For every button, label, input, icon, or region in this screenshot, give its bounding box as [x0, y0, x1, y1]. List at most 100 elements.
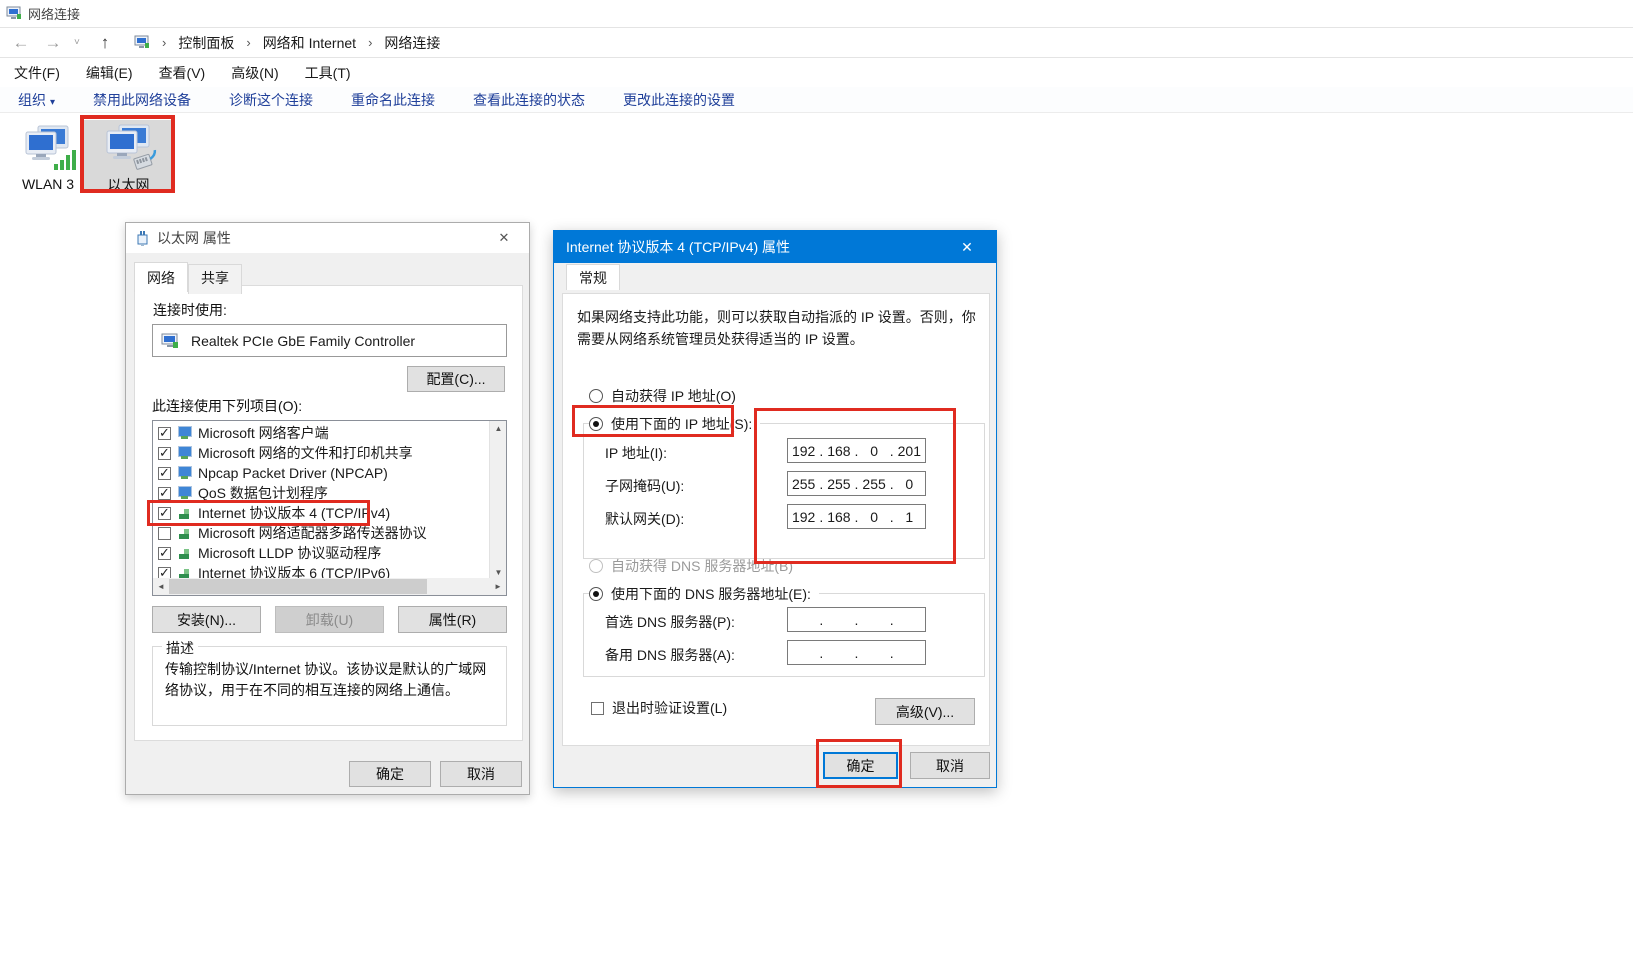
manual-ip-radio[interactable]	[589, 417, 603, 431]
manual-ip-radio-row[interactable]: 使用下面的 IP 地址(S):	[589, 414, 760, 434]
adapter-ethernet[interactable]: 以太网	[83, 120, 174, 192]
advanced-button[interactable]: 高级(V)...	[875, 698, 975, 725]
auto-dns-radio-row: 自动获得 DNS 服务器地址(B)	[589, 556, 793, 576]
toolbar-organize[interactable]: 组织▾	[18, 90, 55, 110]
adapter-icon	[161, 333, 179, 349]
toolbar-disable-device[interactable]: 禁用此网络设备	[93, 90, 191, 110]
description-label: 描述	[162, 638, 198, 658]
validate-settings-row[interactable]: 退出时验证设置(L)	[591, 698, 727, 718]
list-item[interactable]: Npcap Packet Driver (NPCAP)	[153, 463, 489, 483]
auto-dns-label: 自动获得 DNS 服务器地址(B)	[611, 556, 793, 576]
address-bar[interactable]: › 控制面板 › 网络和 Internet › 网络连接	[134, 33, 440, 53]
scroll-left-icon[interactable]: ◄	[153, 582, 169, 591]
breadcrumb-network-internet[interactable]: 网络和 Internet	[263, 33, 356, 53]
protocol-icon	[177, 526, 192, 540]
checkbox[interactable]	[158, 427, 171, 440]
menu-tools[interactable]: 工具(T)	[305, 63, 351, 83]
menu-edit[interactable]: 编辑(E)	[86, 63, 133, 83]
ok-button[interactable]: 确定	[349, 761, 431, 787]
connection-items-list: Microsoft 网络客户端 Microsoft 网络的文件和打印机共享 Np…	[152, 420, 507, 596]
menu-view[interactable]: 查看(V)	[159, 63, 206, 83]
toolbar-view-status[interactable]: 查看此连接的状态	[473, 90, 585, 110]
scroll-up-icon[interactable]: ▲	[490, 421, 507, 436]
breadcrumb-control-panel[interactable]: 控制面板	[178, 33, 234, 53]
ethernet-dialog-title-bar: 以太网 属性 ✕	[126, 223, 529, 253]
horizontal-scrollbar[interactable]: ◄ ►	[153, 578, 506, 595]
network-connections-window: 网络连接 ← → ˅ ↑ › 控制面板 › 网络和 Internet › 网络连…	[0, 0, 1633, 979]
dot-separator: .	[819, 645, 823, 661]
tab-sharing[interactable]: 共享	[188, 264, 242, 294]
ethernet-plug-icon	[136, 230, 149, 246]
list-item[interactable]: Microsoft LLDP 协议驱动程序	[153, 543, 489, 563]
ipv4-dialog-title: Internet 协议版本 4 (TCP/IPv4) 属性	[566, 237, 790, 257]
list-item-label: Microsoft 网络适配器多路传送器协议	[198, 523, 427, 543]
ipv4-dialog-title-bar: Internet 协议版本 4 (TCP/IPv4) 属性 ✕	[554, 231, 996, 263]
manual-dns-radio-row[interactable]: 使用下面的 DNS 服务器地址(E):	[589, 584, 819, 604]
octet: 168	[823, 443, 854, 459]
scrollbar-thumb[interactable]	[169, 579, 427, 594]
ipv4-properties-dialog: Internet 协议版本 4 (TCP/IPv4) 属性 ✕ 常规 如果网络支…	[553, 230, 997, 788]
adapter-wlan3-label: WLAN 3	[3, 176, 93, 192]
description-groupbox: 描述 传输控制协议/Internet 协议。该协议是默认的广域网络协议，用于在不…	[152, 646, 507, 726]
toolbar-diagnose-connection[interactable]: 诊断这个连接	[229, 90, 313, 110]
list-item[interactable]: Microsoft 网络适配器多路传送器协议	[153, 523, 489, 543]
default-gateway-field[interactable]: 192. 168. 0. 1	[787, 504, 926, 529]
subnet-mask-label: 子网掩码(U):	[605, 476, 684, 496]
close-icon[interactable]: ✕	[489, 230, 519, 246]
checkbox[interactable]	[158, 467, 171, 480]
checkbox[interactable]	[158, 507, 171, 520]
list-item-label: Internet 协议版本 4 (TCP/IPv4)	[198, 503, 390, 523]
validate-settings-label: 退出时验证设置(L)	[612, 698, 727, 718]
properties-button[interactable]: 属性(R)	[398, 606, 507, 633]
close-icon[interactable]: ✕	[950, 239, 984, 256]
breadcrumb-network-connections[interactable]: 网络连接	[384, 33, 440, 53]
validate-settings-checkbox[interactable]	[591, 702, 604, 715]
cancel-button[interactable]: 取消	[910, 752, 990, 779]
back-icon[interactable]: ←	[10, 33, 32, 53]
alternate-dns-field[interactable]: . . .	[787, 640, 926, 665]
octet: 201	[894, 443, 925, 459]
list-item[interactable]: QoS 数据包计划程序	[153, 483, 489, 503]
menu-file[interactable]: 文件(F)	[14, 63, 60, 83]
toolbar-change-settings[interactable]: 更改此连接的设置	[623, 90, 735, 110]
tab-network[interactable]: 网络	[134, 262, 188, 292]
checkbox[interactable]	[158, 547, 171, 560]
cancel-button[interactable]: 取消	[440, 761, 522, 787]
scroll-right-icon[interactable]: ►	[490, 582, 506, 591]
install-button[interactable]: 安装(N)...	[152, 606, 261, 633]
adapter-name-box: Realtek PCIe GbE Family Controller	[152, 324, 507, 357]
vertical-scrollbar[interactable]: ▲ ▼	[489, 421, 506, 580]
checkbox[interactable]	[158, 527, 171, 540]
forward-icon[interactable]: →	[42, 33, 64, 53]
octet: 0	[858, 509, 889, 525]
list-item[interactable]: Microsoft 网络的文件和打印机共享	[153, 443, 489, 463]
adapter-wlan3[interactable]: WLAN 3	[3, 124, 93, 192]
auto-ip-label: 自动获得 IP 地址(O)	[611, 386, 736, 406]
checkbox[interactable]	[158, 447, 171, 460]
auto-ip-radio-row[interactable]: 自动获得 IP 地址(O)	[589, 386, 736, 406]
ip-address-field[interactable]: 192. 168. 0. 201	[787, 438, 926, 463]
recent-pages-chevron-icon[interactable]: ˅	[74, 37, 84, 48]
manual-dns-radio[interactable]	[589, 587, 603, 601]
octet: 192	[788, 443, 819, 459]
list-item[interactable]: Microsoft 网络客户端	[153, 423, 489, 443]
menu-advanced[interactable]: 高级(N)	[231, 63, 278, 83]
client-service-icon	[177, 486, 192, 500]
preferred-dns-field[interactable]: . . .	[787, 607, 926, 632]
octet: 255	[823, 476, 854, 492]
network-app-icon	[6, 6, 22, 21]
configure-button[interactable]: 配置(C)...	[407, 366, 505, 392]
ok-button[interactable]: 确定	[823, 752, 898, 779]
tab-general[interactable]: 常规	[566, 264, 620, 290]
up-icon[interactable]: ↑	[94, 33, 116, 53]
toolbar-rename-connection[interactable]: 重命名此连接	[351, 90, 435, 110]
octet: 0	[894, 476, 925, 492]
protocol-icon	[177, 506, 192, 520]
client-service-icon	[177, 446, 192, 460]
auto-ip-radio[interactable]	[589, 389, 603, 403]
list-item-ipv4[interactable]: Internet 协议版本 4 (TCP/IPv4)	[153, 503, 489, 523]
checkbox[interactable]	[158, 487, 171, 500]
subnet-mask-field[interactable]: 255. 255. 255. 0	[787, 471, 926, 496]
window-title: 网络连接	[28, 4, 80, 23]
dot-separator: .	[890, 645, 894, 661]
